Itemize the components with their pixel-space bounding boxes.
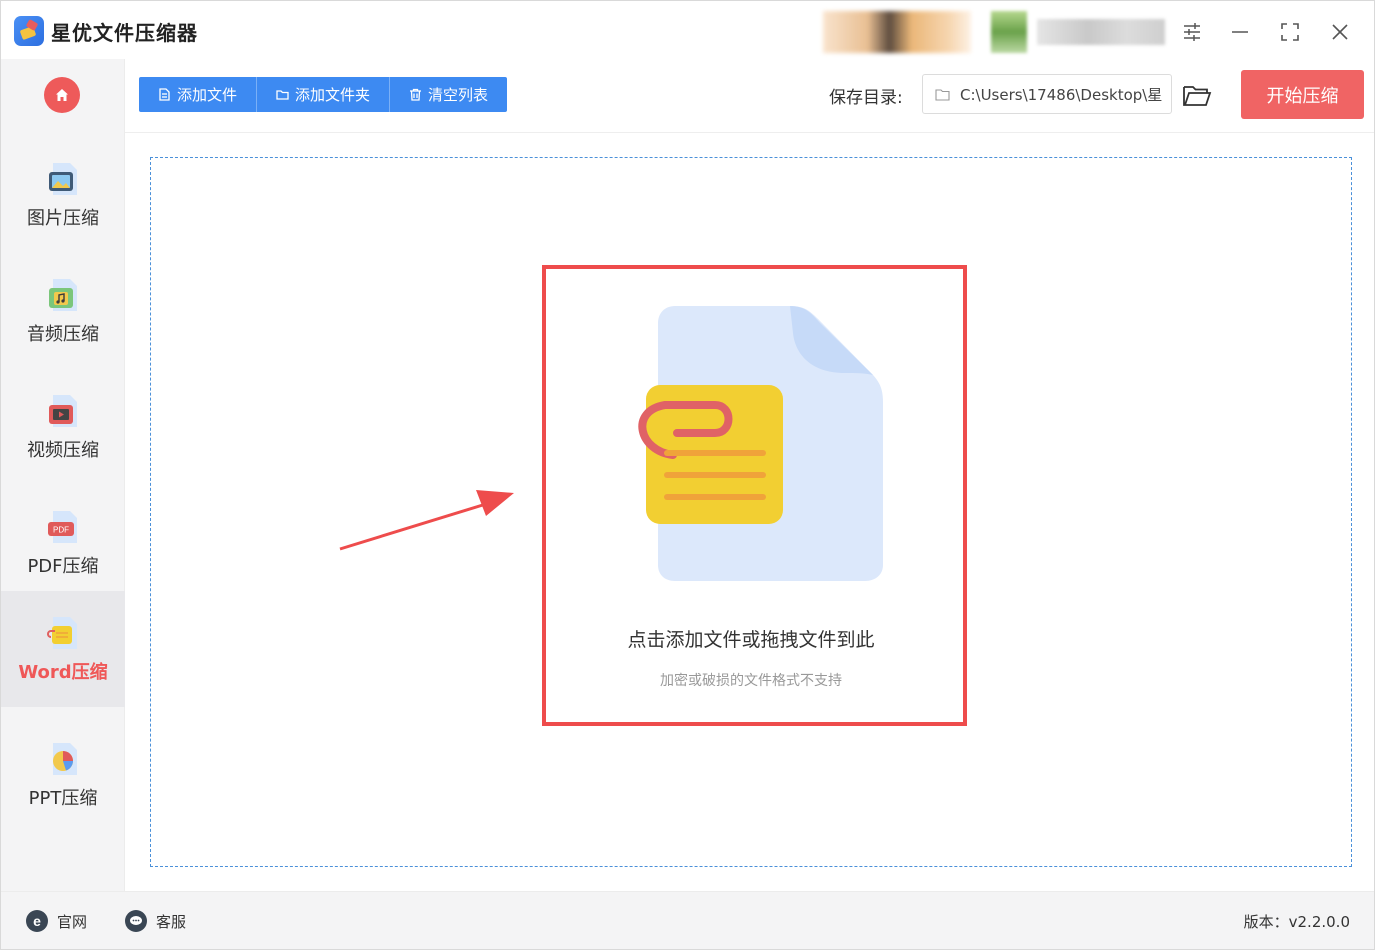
ie-browser-icon: e (26, 910, 48, 932)
start-compress-button[interactable]: 开始压缩 (1241, 70, 1364, 119)
word-icon (44, 614, 82, 652)
sidebar-item-pdf[interactable]: PDF PDF压缩 (1, 485, 125, 601)
settings-sliders-icon[interactable] (1175, 15, 1209, 49)
add-file-button[interactable]: 添加文件 (139, 77, 258, 112)
sidebar-item-label: 音频压缩 (27, 324, 99, 345)
sidebar-item-ppt[interactable]: PPT压缩 (1, 717, 125, 833)
add-file-label: 添加文件 (177, 86, 238, 104)
app-logo-icon (14, 16, 44, 46)
sidebar-item-label: PDF压缩 (27, 556, 99, 577)
support-link[interactable]: 客服 (124, 909, 186, 933)
close-icon[interactable] (1323, 15, 1357, 49)
sidebar-item-label: Word压缩 (18, 662, 108, 683)
folder-icon (276, 90, 289, 100)
pdf-icon: PDF (44, 508, 82, 546)
home-button[interactable] (44, 77, 80, 113)
sidebar-item-label: 图片压缩 (27, 208, 99, 229)
app-title: 星优文件压缩器 (51, 21, 198, 45)
toolbar-button-group: 添加文件 添加文件夹 清空列表 (139, 77, 508, 112)
save-directory-label: 保存目录: (829, 88, 903, 108)
pdf-icon-badge: PDF (53, 526, 69, 535)
sidebar-item-image[interactable]: 图片压缩 (1, 137, 125, 253)
app-window: 星优文件压缩器 图片压缩 音频压缩 视频压缩 PDF PDF压缩 Word压缩 … (0, 0, 1375, 950)
image-icon (44, 160, 82, 198)
video-icon (44, 392, 82, 430)
user-badge-blurred (991, 11, 1027, 53)
add-folder-label: 添加文件夹 (295, 86, 371, 104)
version-label: 版本：v2.2.0.0 (1243, 913, 1350, 931)
music-icon (44, 276, 82, 314)
drop-zone-title: 点击添加文件或拖拽文件到此 (627, 629, 875, 651)
user-name-blurred (1037, 19, 1165, 45)
sidebar-item-label: 视频压缩 (27, 440, 99, 461)
title-bar: 星优文件压缩器 (1, 1, 1374, 59)
minimize-icon[interactable] (1223, 15, 1257, 49)
browse-folder-icon[interactable] (1181, 79, 1213, 111)
clear-list-button[interactable]: 清空列表 (390, 77, 507, 112)
add-folder-button[interactable]: 添加文件夹 (257, 77, 391, 112)
sidebar: 图片压缩 音频压缩 视频压缩 PDF PDF压缩 Word压缩 PPT压缩 (1, 59, 125, 891)
user-avatar-blurred[interactable] (823, 11, 971, 53)
maximize-icon[interactable] (1273, 15, 1307, 49)
clear-list-label: 清空列表 (428, 86, 489, 104)
drop-zone-subtitle: 加密或破损的文件格式不支持 (660, 673, 842, 689)
toolbar-divider (125, 132, 1374, 133)
svg-text:e: e (33, 913, 41, 929)
file-icon (159, 88, 170, 101)
support-label: 客服 (156, 912, 187, 931)
chat-bubble-icon (125, 910, 147, 932)
red-arrow-annotation (339, 490, 514, 551)
website-link[interactable]: e 官网 (25, 909, 87, 933)
sidebar-item-label: PPT压缩 (28, 788, 98, 809)
folder-icon (935, 88, 950, 101)
ppt-icon (44, 740, 82, 778)
website-label: 官网 (57, 912, 88, 931)
sidebar-item-audio[interactable]: 音频压缩 (1, 253, 125, 369)
trash-icon (410, 88, 422, 101)
home-icon (56, 89, 68, 101)
save-path-input[interactable]: C:\Users\17486\Desktop\星 (922, 74, 1172, 114)
footer: e 官网 客服 版本：v2.2.0.0 (1, 891, 1374, 949)
document-clip-icon (638, 306, 883, 581)
sidebar-item-video[interactable]: 视频压缩 (1, 369, 125, 485)
save-path-value: C:\Users\17486\Desktop\星 (960, 85, 1163, 104)
sidebar-item-word[interactable]: Word压缩 (1, 591, 125, 707)
